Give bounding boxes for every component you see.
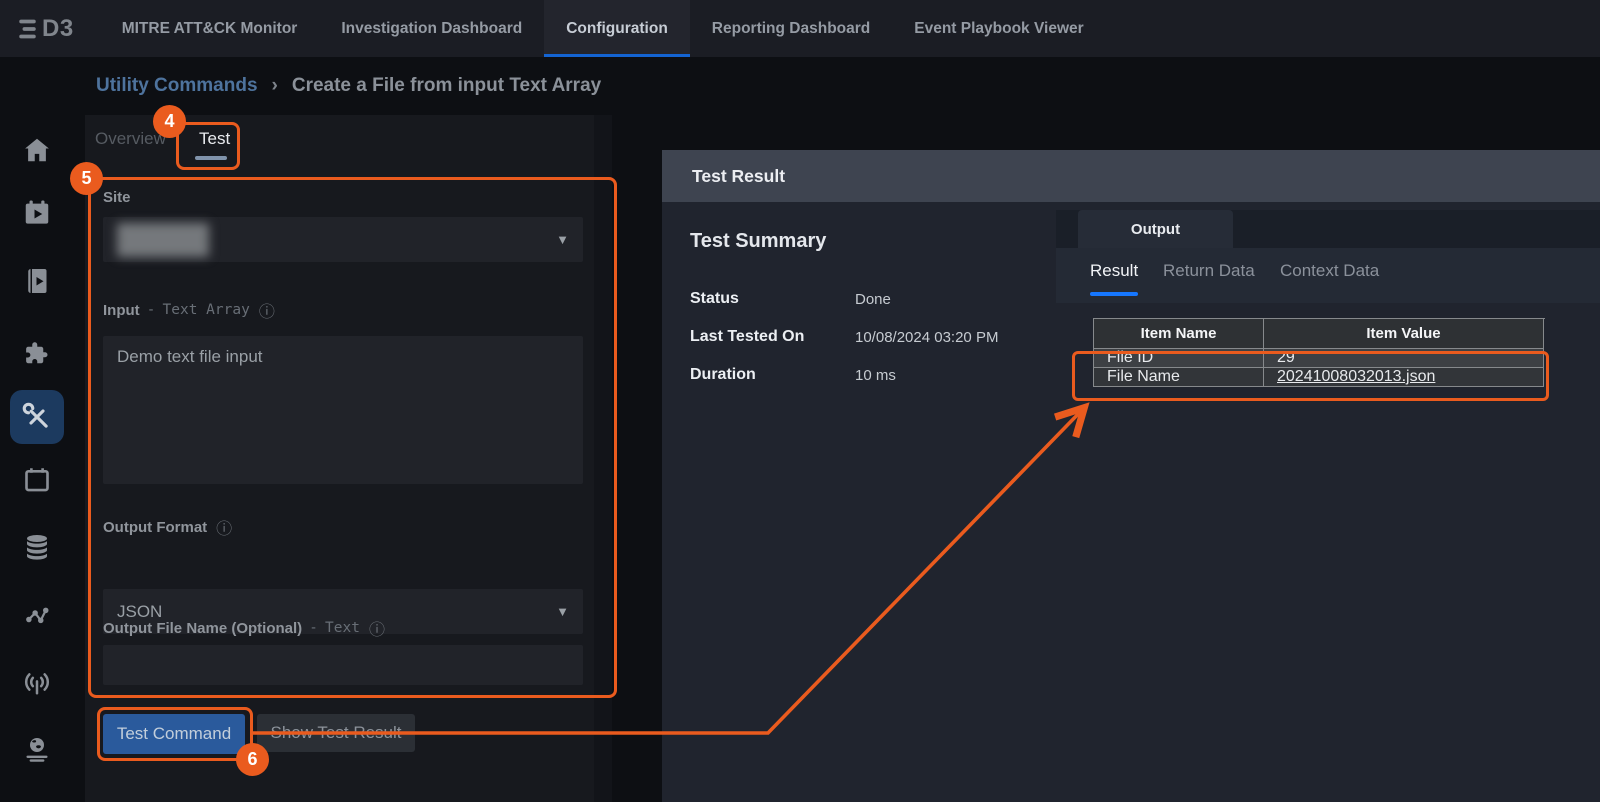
tab-test[interactable]: Test [199,129,230,149]
column-header-item-name: Item Name [1094,319,1264,349]
logo-text: D3 [42,15,74,43]
sidebar-item-data-sources[interactable] [10,520,64,574]
tab-result[interactable]: Result [1090,261,1138,281]
site-label: Site [103,189,131,206]
sidebar-item-playbook-library[interactable] [10,254,64,308]
output-file-name-separator: - [311,620,316,636]
app-root: D3 MITRE ATT&CK Monitor Investigation Da… [0,0,1600,802]
breadcrumb-current: Create a File from input Text Array [292,75,601,97]
nav-item-event-playbook-viewer[interactable]: Event Playbook Viewer [892,0,1105,57]
top-nav-bar: D3 MITRE ATT&CK Monitor Investigation Da… [0,0,1600,57]
nav-item-configuration[interactable]: Configuration [544,0,690,57]
input-type-hint: Text Array [163,302,250,318]
tab-overview[interactable]: Overview [95,129,166,149]
sidebar-item-broadcast[interactable] [10,655,64,709]
test-result-panel: Test Result Test Summary Status Done Las… [662,150,1600,802]
input-textarea[interactable]: Demo text file input [103,336,583,484]
globe-lines-icon [22,735,52,765]
sidebar-item-schedules[interactable] [10,453,64,507]
output-format-label-row: Output Format ⓘ [103,515,232,539]
breadcrumb-parent-link[interactable]: Utility Commands [96,75,258,97]
sidebar-item-utility-commands[interactable] [10,390,64,444]
tab-output[interactable]: Output [1078,210,1233,248]
nav-items: MITRE ATT&CK Monitor Investigation Dashb… [100,0,1106,57]
summary-last-tested-value: 10/08/2024 03:20 PM [855,329,998,346]
nav-item-reporting-dashboard[interactable]: Reporting Dashboard [690,0,892,57]
input-info-icon[interactable]: ⓘ [259,298,275,322]
sidebar-item-event-playbooks[interactable] [10,186,64,240]
site-select[interactable]: ▼ [103,217,583,262]
summary-duration-label: Duration [690,366,756,384]
result-table: Item Name Item Value File ID 29 File Nam… [1093,318,1545,387]
d3-logo-bars-icon [18,18,37,40]
result-tab-underline [1090,292,1138,296]
breadcrumb: Utility Commands › Create a File from in… [0,57,1600,115]
sidebar-item-home[interactable] [10,123,64,177]
test-result-header: Test Result [662,150,1600,202]
breadcrumb-separator: › [272,75,278,97]
sidebar-item-connections[interactable] [10,590,64,644]
site-select-redacted-value [117,223,209,257]
output-file-name-label-row: Output File Name (Optional) - Text ⓘ [103,616,385,640]
tab-context-data[interactable]: Context Data [1280,261,1379,281]
input-label: Input [103,302,140,319]
output-format-info-icon[interactable]: ⓘ [216,515,232,539]
summary-status-value: Done [855,291,891,308]
tab-return-data[interactable]: Return Data [1163,261,1255,281]
chevron-down-icon: ▼ [556,604,569,619]
show-test-result-button[interactable]: Show Test Result [257,714,415,752]
test-result-title: Test Result [692,166,785,187]
nav-item-mitre-attck-monitor[interactable]: MITRE ATT&CK Monitor [100,0,320,57]
share-nodes-icon [22,602,52,632]
output-file-name-type-hint: Text [325,620,360,636]
result-tab-strip: Result Return Data Context Data [1056,248,1600,303]
output-file-name-input[interactable] [103,645,583,685]
input-label-row: Input - Text Array ⓘ [103,298,275,322]
sidebar [0,57,85,802]
calendar-icon [22,465,52,495]
nav-item-investigation-dashboard[interactable]: Investigation Dashboard [319,0,544,57]
broadcast-icon [22,667,52,697]
sidebar-item-integrations[interactable] [10,327,64,381]
test-summary-title: Test Summary [690,230,826,253]
output-file-name-label: Output File Name (Optional) [103,620,302,637]
table-row-file-name: File Name 20241008032013.json [1094,368,1545,387]
file-id-value-cell: 29 [1264,349,1543,367]
table-row-file-id: File ID 29 [1094,349,1545,368]
calendar-play-icon [22,198,52,228]
output-file-name-info-icon[interactable]: ⓘ [369,616,385,640]
output-section: Output Result Return Data Context Data I… [1056,210,1600,802]
test-command-button[interactable]: Test Command [103,714,245,754]
file-name-name-cell: File Name [1094,368,1263,386]
table-header-row: Item Name Item Value [1094,319,1545,349]
tools-icon [22,402,52,432]
output-tab-row: Output [1056,210,1600,248]
summary-status-label: Status [690,290,739,308]
file-name-link[interactable]: 20241008032013.json [1264,368,1543,386]
left-panel-scrollbar[interactable] [594,115,612,802]
chevron-down-icon: ▼ [556,232,569,247]
input-label-separator: - [149,302,154,318]
home-icon [22,135,52,165]
d3-logo: D3 [0,0,92,57]
column-header-item-value: Item Value [1264,319,1544,349]
video-library-icon [22,266,52,296]
summary-duration-value: 10 ms [855,367,896,384]
file-id-name-cell: File ID [1094,349,1263,367]
sidebar-item-geo-feeds[interactable] [10,723,64,777]
tab-test-underline [195,156,227,160]
output-format-label: Output Format [103,519,207,536]
puzzle-icon [22,339,52,369]
database-icon [22,532,52,562]
sidebar-item-incident-report[interactable] [10,797,64,802]
summary-last-tested-label: Last Tested On [690,328,804,346]
